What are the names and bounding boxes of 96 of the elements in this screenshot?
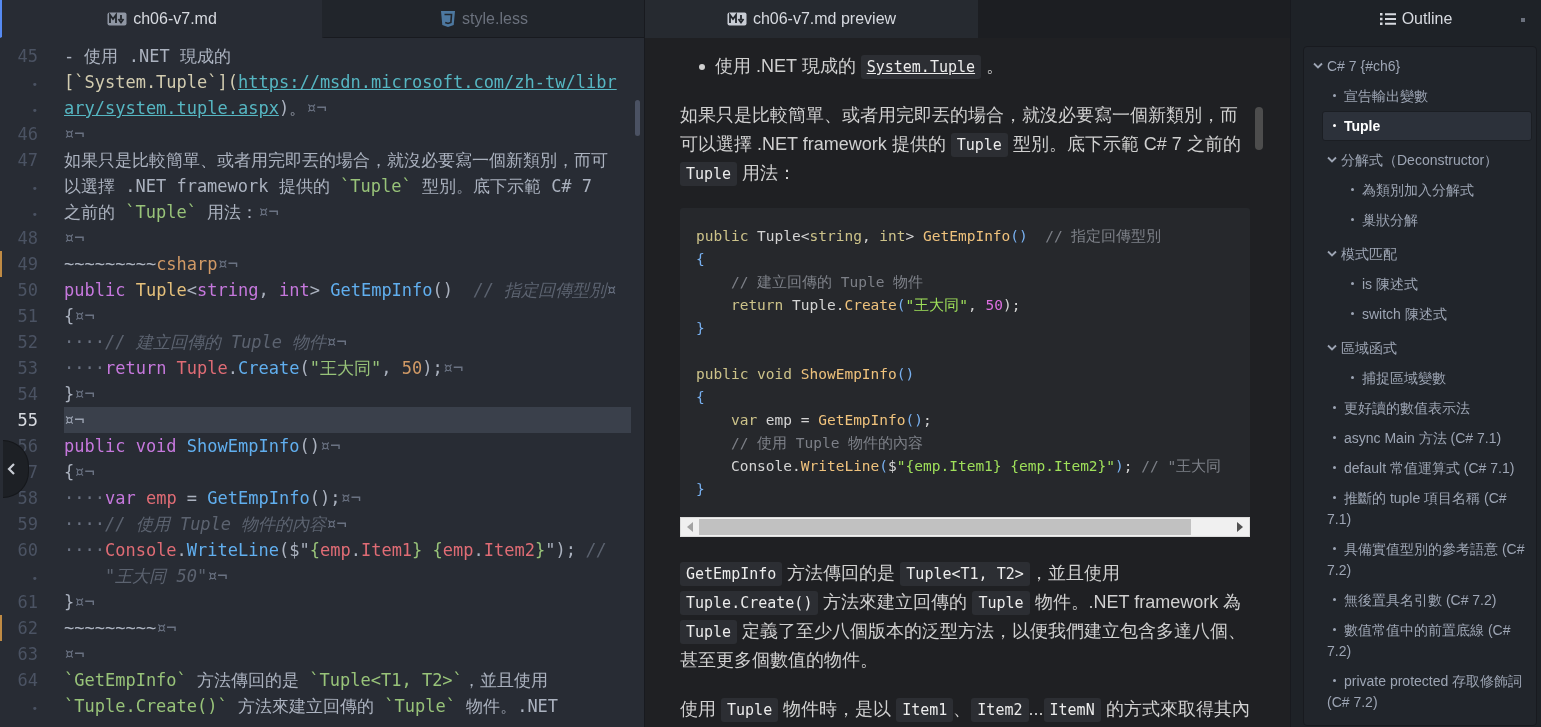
code-line: ¤¬ [64, 643, 86, 666]
outline-item[interactable]: switch 陳述式 [1322, 299, 1532, 329]
outline-item[interactable]: 無後置具名引數 (C# 7.2) [1322, 585, 1532, 615]
outline-item[interactable]: 推斷的 tuple 項目名稱 (C# 7.1) [1322, 483, 1532, 534]
code-line: ····return Tuple.Create("王大同", 50);¤¬ [64, 357, 465, 380]
outline-item[interactable]: 數值常值中的前置底線 (C# 7.2) [1322, 615, 1532, 666]
outline-item[interactable]: 捕捉區域變數 [1322, 363, 1532, 393]
scrollbar[interactable] [635, 100, 640, 136]
code-line: } [696, 480, 706, 499]
bullet-icon [1333, 466, 1336, 470]
wrap-marker: • [31, 78, 38, 91]
bullet-icon [1351, 218, 1354, 222]
outline-item[interactable]: C# 7 {#ch6} [1304, 51, 1532, 81]
code-line: 以選擇 .NET framework 提供的 `Tuple` 型別。底下示範 C# 7 [64, 175, 594, 198]
paragraph: 使用 Tuple 物件時，是以 Item1 、 Item2 ... ItemN 的方式來取得其內 [680, 695, 1250, 724]
bullet-icon [1333, 94, 1336, 98]
code-line: var emp = GetEmpInfo(); [729, 411, 933, 430]
code-line: 如果只是比較簡單、或者用完即丟的場合，就沒必要寫一個新類別，而可 [64, 149, 609, 172]
chevron-left-icon [6, 462, 16, 476]
code-line: - 使用 .NET 現成的 [64, 45, 232, 68]
outline-item[interactable]: 區域函式 [1322, 333, 1532, 363]
code-line: ~~~~~~~~~csharp¤¬ [64, 253, 240, 276]
arrow-right-icon [1237, 522, 1243, 532]
outline-item[interactable]: is 陳述式 [1322, 269, 1532, 299]
code-line: public Tuple<string, int> GetEmpInfo() // 指定回傳型別¤ [64, 279, 618, 302]
code-line: } [696, 319, 706, 338]
code-line: {¤¬ [64, 461, 96, 484]
code-line: ····Console.WriteLine($"{emp.Item1} {emp.Item2}"); // [64, 539, 608, 562]
code-line: `Tuple.Create()` 方法來建立回傳的 `Tuple` 物件。.NET [64, 695, 560, 718]
outline-item[interactable]: default 常值運算式 (C# 7.1) [1322, 453, 1532, 483]
outline-item[interactable]: 宣告輸出變數 [1322, 81, 1532, 111]
bullet-icon [1333, 496, 1336, 500]
bullet-icon [1333, 628, 1336, 632]
bullet-icon [1333, 406, 1336, 410]
code-line: { [696, 388, 706, 407]
outline-item[interactable]: 更好讀的數值表示法 [1322, 393, 1532, 423]
bullet-icon [1333, 598, 1336, 602]
paragraph: GetEmpInfo 方法傳回的是 Tuple<T1, T2> ，並且使用 Tuple.Create() 方法來建立回傳的 Tuple 物件。.NET framework 為 Tuple 定義了至少八個版本的泛型方法，以便我們建立包含多達八個、甚至更多個數值的物件。 [680, 561, 1248, 672]
file-type-icon [726, 12, 747, 26]
code-line: return Tuple.Create("王大同", 50); [729, 296, 1022, 315]
code-line: ary/system.tuple.aspx)。¤¬ [64, 97, 328, 120]
code-line: // 建立回傳的 Tuple 物件 [729, 273, 925, 292]
horizontal-scrollbar[interactable] [680, 517, 1250, 537]
scrollbar[interactable] [1255, 107, 1263, 150]
panel-title: Outline [1401, 10, 1453, 28]
outline-item[interactable]: 模式匹配 [1322, 239, 1532, 269]
bullet-icon [699, 63, 705, 70]
wrap-marker: • [31, 182, 38, 195]
line-number: 55 [17, 410, 38, 430]
code-line: // 使用 Tuple 物件的內容 [729, 434, 925, 453]
paragraph: 如果只是比較簡單、或者用完即丟的場合，就沒必要寫一個新類別，而可以選擇 .NET framework 提供的 Tuple 型別。底下示範 C# 7 之前的 Tuple 用法： [680, 101, 1250, 188]
code-line: ····var emp = GetEmpInfo();¤¬ [64, 487, 362, 510]
file-type-icon [440, 9, 457, 28]
code-line: {¤¬ [64, 305, 96, 328]
outline-item[interactable]: 為類別加入分解式 [1322, 175, 1532, 205]
bullet-icon [1333, 547, 1336, 551]
code-line: ····// 使用 Tuple 物件的內容¤¬ [64, 513, 348, 536]
code-line: }¤¬ [64, 591, 96, 614]
code-line: public void ShowEmpInfo() [696, 365, 916, 384]
wrap-marker: • [31, 702, 38, 715]
bullet-icon [1351, 312, 1354, 316]
code-line: { [696, 250, 706, 269]
bullet-icon [1351, 376, 1354, 380]
outline-item[interactable]: 具備實值型別的參考語意 (C# 7.2) [1322, 534, 1532, 585]
outline-item[interactable]: 巢狀分解 [1322, 205, 1532, 235]
list-icon [1379, 12, 1396, 26]
bullet-icon [1333, 436, 1336, 440]
wrap-marker: • [31, 208, 38, 221]
outline-item[interactable]: Tuple [1322, 111, 1532, 141]
bullet-icon [1333, 124, 1336, 128]
bullet-icon [1351, 188, 1354, 192]
code-line: ¤¬ [64, 123, 86, 146]
wrap-marker: • [31, 104, 38, 117]
code-line: 之前的 `Tuple` 用法：¤¬ [64, 201, 280, 224]
code-line: public void ShowEmpInfo()¤¬ [64, 435, 342, 458]
code-line: ~~~~~~~~~¤¬ [64, 617, 178, 640]
preview-tab[interactable]: ch06-v7.md preview [645, 0, 978, 38]
link[interactable]: System.Tuple [860, 55, 982, 79]
code-line: `GetEmpInfo` 方法傳回的是 `Tuple<T1, T2>`，並且使用 [64, 669, 549, 692]
code-line: Console.WriteLine($"{emp.Item1} {emp.Item2}"); // "王大同 [729, 457, 1223, 476]
wrap-marker: • [31, 572, 38, 585]
code-line: ····// 建立回傳的 Tuple 物件¤¬ [64, 331, 348, 354]
outline-item[interactable]: 分解式（Deconstructor） [1322, 145, 1532, 175]
code-line: public Tuple<string, int> GetEmpInfo() // 指定回傳型別 [696, 227, 1163, 246]
list-item: 使用 .NET 現成的 System.Tuple 。 [715, 52, 1005, 81]
file-type-icon [107, 11, 128, 26]
bullet-icon [1351, 282, 1354, 286]
code-line: }¤¬ [64, 383, 96, 406]
editor-tab[interactable]: ch06-v7.md [0, 0, 322, 38]
arrow-left-icon [687, 522, 693, 532]
code-line: "王大同 50"¤¬ [103, 565, 229, 588]
code-line: ¤¬ [64, 227, 86, 250]
bullet-icon [1333, 679, 1336, 683]
outline-item[interactable]: async Main 方法 (C# 7.1) [1322, 423, 1532, 453]
outline-item[interactable]: private protected 存取修飾詞 (C# 7.2) [1322, 666, 1532, 717]
code-line: [`System.Tuple`](https://msdn.microsoft.com/zh-tw/libr [64, 71, 618, 94]
